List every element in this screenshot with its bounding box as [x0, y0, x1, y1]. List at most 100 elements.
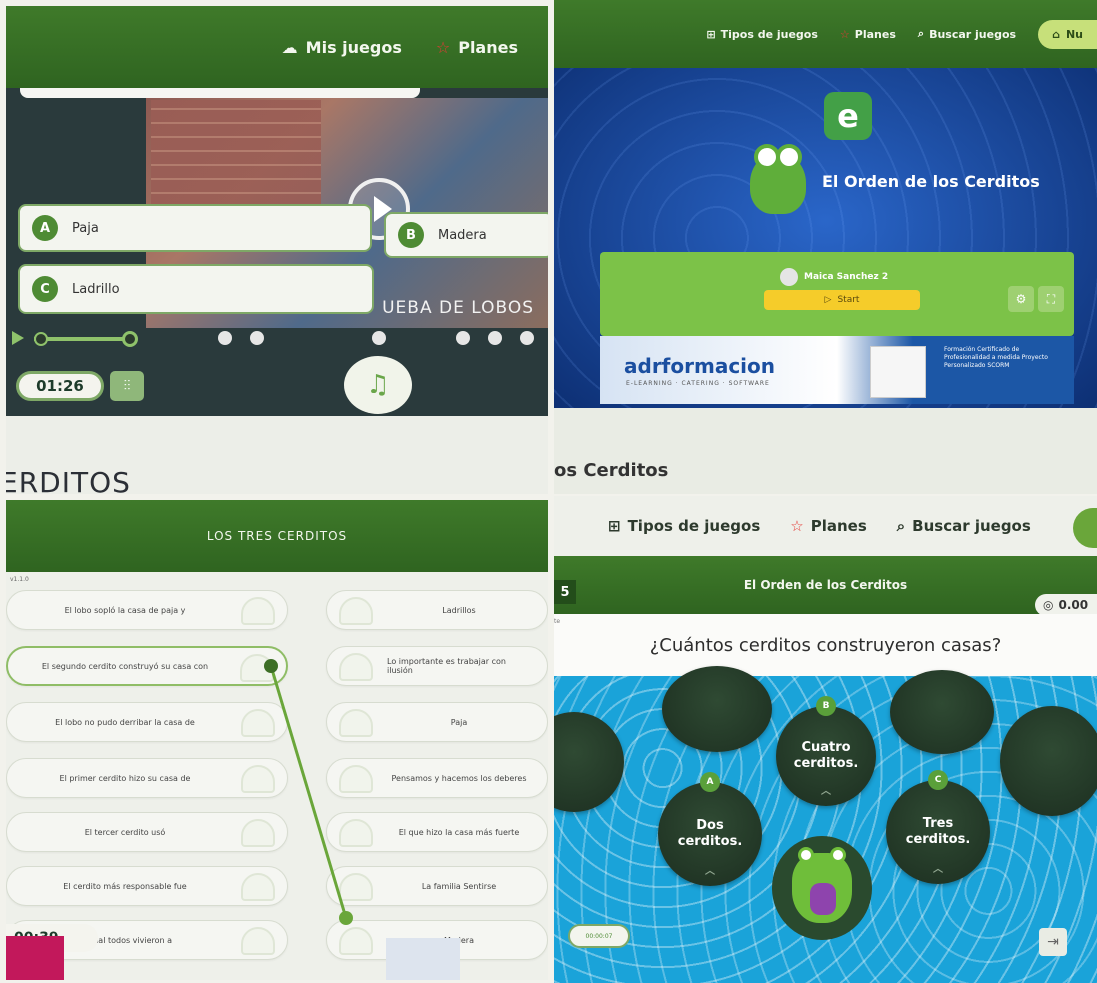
connector-socket[interactable]: [241, 709, 275, 737]
progress-dot[interactable]: [488, 331, 502, 345]
connector-socket[interactable]: [339, 653, 373, 681]
slider-end-knob[interactable]: [122, 331, 138, 347]
connector-socket[interactable]: [240, 654, 274, 682]
exit-icon[interactable]: ⇥: [1039, 928, 1067, 956]
level-badge: 5: [554, 580, 576, 604]
connector-socket[interactable]: [339, 709, 373, 737]
left-item[interactable]: El lobo no pudo derribar la casa de: [6, 702, 288, 742]
connector-socket[interactable]: [339, 927, 373, 955]
top-navigation: ⊞ Tipos de juegos ☆ Planes ⌕ Buscar jueg…: [554, 496, 1097, 556]
right-item[interactable]: Lo importante es trabajar con ilusión: [326, 646, 548, 686]
left-item-text: El lobo sopló la casa de paja y: [64, 605, 186, 615]
left-item[interactable]: El segundo cerdito construyó su casa con: [6, 646, 288, 686]
cloud-icon: ☁: [281, 37, 298, 57]
nav-game-types[interactable]: ⊞ Tipos de juegos: [706, 28, 818, 41]
video-caption: UEBA DE LOBOS: [382, 298, 534, 318]
nav-game-types[interactable]: ⊞ Tipos de juegos: [608, 517, 760, 535]
new-game-button[interactable]: [1073, 508, 1097, 548]
game-title: El Orden de los Cerditos: [822, 172, 1040, 191]
answer-option-a[interactable]: A Dos cerditos. ︿: [658, 772, 762, 886]
search-icon: ⌕: [917, 27, 925, 40]
game-start-panel: ⊞ Tipos de juegos ☆ Planes ⌕ Buscar jueg…: [554, 0, 1097, 494]
answer-text-a: Dos cerditos.: [677, 818, 743, 849]
brick-wall-image: [151, 100, 321, 220]
right-item[interactable]: Ladrillos: [326, 590, 548, 630]
settings-icon[interactable]: ⚙: [1008, 286, 1034, 312]
connector-socket[interactable]: [241, 765, 275, 793]
fullscreen-icon[interactable]: ⛶: [1038, 286, 1064, 312]
nav-search-games-label: Buscar juegos: [929, 27, 1017, 41]
right-item-text: El que hizo la casa más fuerte: [398, 827, 520, 837]
progress-dot[interactable]: [520, 331, 534, 345]
connector-socket[interactable]: [339, 597, 373, 625]
nav-search-games[interactable]: ⌕ Buscar juegos: [918, 27, 1016, 41]
nav-my-games[interactable]: ☁ Mis juegos: [282, 38, 402, 57]
answer-option-a[interactable]: A Paja: [18, 204, 372, 252]
connector-socket[interactable]: [339, 873, 373, 901]
start-button-label: Start: [837, 295, 860, 305]
star-icon: ☆: [790, 517, 804, 535]
play-small-icon[interactable]: [12, 331, 24, 345]
answer-option-c[interactable]: C Ladrillo: [18, 264, 374, 314]
connector-socket[interactable]: [241, 819, 275, 847]
volume-slider[interactable]: [34, 331, 138, 347]
answer-option-c[interactable]: C Tres cerditos. ︿: [886, 770, 990, 884]
player-name: Maica Sanchez 2: [804, 272, 889, 282]
equalizer-icon[interactable]: ⫶⫶: [110, 371, 144, 401]
advertisement-banner[interactable]: adrformacion E-LEARNING · CATERING · SOF…: [600, 336, 1074, 404]
right-item[interactable]: La familia Sentirse: [326, 866, 548, 906]
ad-brand: adrformacion: [624, 354, 776, 378]
score-value: 0.00: [1058, 598, 1089, 612]
ad-copy: Formación Certificado de Profesionalidad…: [944, 346, 1048, 369]
progress-dot[interactable]: [218, 331, 232, 345]
answer-option-b[interactable]: B Cuatro cerditos. ︿: [776, 696, 876, 806]
nav-game-types-label: Tipos de juegos: [720, 27, 818, 41]
progress-dot[interactable]: [372, 331, 386, 345]
nav-plans[interactable]: ☆ Planes: [840, 28, 896, 41]
countdown-timer: 01:26: [16, 371, 104, 401]
video-quiz-panel: ☁ Mis juegos ☆ Planes UEBA DE LOBOS A Pa…: [6, 6, 548, 494]
left-item[interactable]: El tercer cerdito usó: [6, 812, 288, 852]
connector-socket[interactable]: [241, 927, 275, 955]
left-item[interactable]: El cerdito más responsable fue: [6, 866, 288, 906]
game-title-bar: El Orden de los Cerditos: [554, 556, 1097, 614]
nav-search-games-label: Buscar juegos: [912, 517, 1031, 535]
connector-socket[interactable]: [241, 597, 275, 625]
version-label: v1.1.0: [10, 576, 29, 583]
nav-my-games-label: Mis juegos: [305, 37, 402, 57]
progress-dot[interactable]: [250, 331, 264, 345]
connector-socket[interactable]: [339, 765, 373, 793]
nav-plans[interactable]: ☆ Planes: [436, 38, 518, 57]
new-game-button[interactable]: ⌂ Nu: [1038, 19, 1097, 49]
lily-pad: [662, 666, 772, 752]
slider-start-knob[interactable]: [34, 332, 48, 346]
play-icon: ▷: [824, 295, 832, 305]
answer-badge-a: A: [32, 215, 58, 241]
right-item-text: Pensamos y hacemos los deberes: [391, 773, 527, 783]
right-item[interactable]: Pensamos y hacemos los deberes: [326, 758, 548, 798]
star-icon: ☆: [839, 27, 850, 41]
left-item-text: El primer cerdito hizo su casa de: [59, 773, 191, 783]
frog-belly: [810, 883, 836, 915]
frog-eye: [830, 847, 846, 863]
progress-dot[interactable]: [456, 331, 470, 345]
connector-socket[interactable]: [339, 819, 373, 847]
music-icon[interactable]: ♫: [344, 356, 412, 414]
connector-socket[interactable]: [241, 873, 275, 901]
right-item[interactable]: Paja: [326, 702, 548, 742]
answer-option-b[interactable]: B Madera: [384, 212, 548, 258]
frog-player: [772, 836, 872, 940]
home-icon: ⌂: [1052, 27, 1060, 41]
avatar: [780, 268, 798, 286]
nav-plans[interactable]: ☆ Planes: [790, 517, 867, 535]
left-item[interactable]: El primer cerdito hizo su casa de: [6, 758, 288, 798]
thumbnail-image: [386, 938, 460, 980]
answer-badge-b: B: [816, 696, 836, 716]
right-item[interactable]: El que hizo la casa más fuerte: [326, 812, 548, 852]
score-display: ◎ 0.00: [1035, 594, 1097, 616]
nav-search-games[interactable]: ⌕ Buscar juegos: [897, 517, 1031, 535]
start-button[interactable]: ▷ Start: [764, 290, 920, 310]
section-heading: ERDITOS: [6, 466, 131, 494]
left-item[interactable]: El lobo sopló la casa de paja y: [6, 590, 288, 630]
right-item-text: Ladrillos: [442, 605, 476, 615]
